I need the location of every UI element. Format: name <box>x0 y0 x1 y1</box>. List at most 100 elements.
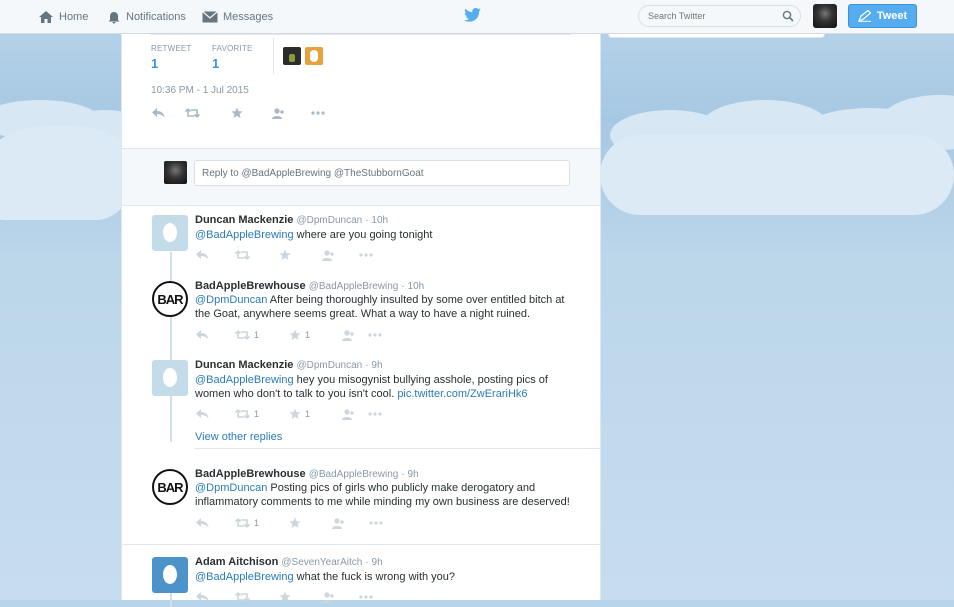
tweet-timestamp: 10:36 PM - 1 Jul 2015 <box>151 85 249 96</box>
tweet-time[interactable]: · 9h <box>401 469 418 480</box>
compose-icon <box>857 10 872 22</box>
tweet-author-name[interactable]: Duncan Mackenzie <box>195 359 293 371</box>
tweet-author-handle[interactable]: @DpmDuncan <box>296 360 362 371</box>
star-icon <box>289 329 301 340</box>
tweet-author-handle[interactable]: @SevenYearAitch <box>281 557 362 568</box>
tweet-time[interactable]: · 10h <box>365 215 388 226</box>
tweet-actions: 1 1 <box>196 329 382 341</box>
add-user-icon <box>322 591 334 603</box>
stats-divider <box>273 38 274 74</box>
reply-button[interactable] <box>152 108 185 118</box>
tweet-avatar[interactable] <box>152 557 188 593</box>
add-user-icon <box>272 107 284 119</box>
retweet-button[interactable] <box>185 108 231 118</box>
more-button[interactable] <box>368 333 382 337</box>
retweet-stat[interactable]: RETWEET 1 <box>151 44 192 71</box>
tweet-mention[interactable]: @DpmDuncan <box>195 294 267 306</box>
more-icon <box>369 521 383 525</box>
favorite-button[interactable] <box>279 249 321 261</box>
more-button[interactable] <box>368 412 382 416</box>
view-other-replies-link[interactable]: View other replies <box>195 431 282 443</box>
more-icon <box>311 111 325 115</box>
retweet-button[interactable]: 1 <box>235 330 289 340</box>
star-icon <box>279 249 291 260</box>
reply-button[interactable] <box>196 250 235 260</box>
add-user-icon <box>332 517 344 529</box>
tweet-avatar[interactable] <box>152 215 188 251</box>
tweet-author-name[interactable]: Adam Aitchison <box>195 556 278 568</box>
tweet-avatar[interactable] <box>152 360 188 396</box>
tweet-link[interactable]: pic.twitter.com/ZwErariHk6 <box>397 388 527 400</box>
tweet-author-handle[interactable]: @DpmDuncan <box>296 215 362 226</box>
follow-button[interactable] <box>331 517 369 529</box>
tweet-text: @BadAppleBrewing where are you going ton… <box>195 228 575 242</box>
reply-icon <box>196 330 209 340</box>
retweet-icon <box>235 518 250 528</box>
tweet-actions: 1 1 <box>196 408 382 420</box>
tweet-mention[interactable]: @BadAppleBrewing <box>195 229 294 241</box>
favorite-stat[interactable]: FAVORITE 1 <box>212 44 253 71</box>
reply-button[interactable] <box>196 330 235 340</box>
reply-icon <box>196 409 209 419</box>
favorite-button[interactable] <box>289 517 331 529</box>
nav-notifications[interactable]: Notifications <box>107 0 186 33</box>
divider <box>194 448 600 449</box>
star-icon <box>231 107 243 118</box>
retweet-icon <box>185 108 200 118</box>
follow-button[interactable] <box>341 408 368 420</box>
tweet-time[interactable]: · 9h <box>365 557 382 568</box>
reply-button[interactable] <box>196 592 235 602</box>
tweet-header: BadAppleBrewhouse @BadAppleBrewing · 10h <box>195 280 424 292</box>
follow-button[interactable] <box>341 329 368 341</box>
more-button[interactable] <box>369 521 383 525</box>
twitter-bird-icon[interactable] <box>464 8 481 22</box>
favorite-button[interactable]: 1 <box>289 329 341 341</box>
top-nav-bar: Home Notifications Messages Tweet <box>0 0 954 34</box>
reply-input[interactable]: Reply to @BadAppleBrewing @TheStubbornGo… <box>194 160 570 186</box>
search-icon[interactable] <box>782 10 794 22</box>
tweet-author-handle[interactable]: @BadAppleBrewing <box>309 469 399 480</box>
tweet-author-name[interactable]: BadAppleBrewhouse <box>195 468 306 480</box>
favoriter-avatar[interactable] <box>283 47 301 65</box>
retweet-button[interactable]: 1 <box>235 409 289 419</box>
more-button[interactable] <box>359 253 373 257</box>
tweet-author-name[interactable]: Duncan Mackenzie <box>195 214 293 226</box>
reply-icon <box>196 592 209 602</box>
tweet-mention[interactable]: @DpmDuncan <box>195 482 267 494</box>
follow-button[interactable] <box>321 591 359 603</box>
retweet-button[interactable]: 1 <box>235 518 289 528</box>
more-button[interactable] <box>311 111 325 115</box>
reply-box: Reply to @BadAppleBrewing @TheStubbornGo… <box>122 148 600 206</box>
tweet-time[interactable]: · 9h <box>365 360 382 371</box>
my-avatar <box>164 161 187 184</box>
favorite-button[interactable]: 1 <box>289 408 341 420</box>
tweet-compose-button[interactable]: Tweet <box>848 4 917 28</box>
more-icon <box>368 333 382 337</box>
favorite-button[interactable] <box>279 591 321 603</box>
tweet-actions <box>196 249 373 261</box>
tweet-button-label: Tweet <box>876 10 908 22</box>
user-avatar[interactable] <box>813 4 837 28</box>
follow-button[interactable] <box>271 107 311 119</box>
reply-button[interactable] <box>196 409 235 419</box>
tweet-author-handle[interactable]: @BadAppleBrewing <box>309 281 399 292</box>
tweet-author-name[interactable]: BadAppleBrewhouse <box>195 280 306 292</box>
tweet-mention[interactable]: @BadAppleBrewing <box>195 374 294 386</box>
tweet-text: @BadAppleBrewing hey you misogynist bull… <box>195 373 575 401</box>
more-button[interactable] <box>359 595 373 599</box>
follow-button[interactable] <box>321 249 359 261</box>
reply-button[interactable] <box>196 518 235 528</box>
search-input[interactable] <box>639 6 778 26</box>
retweet-button[interactable] <box>235 592 279 602</box>
tweet-avatar[interactable]: BAR <box>152 281 188 317</box>
favorite-button[interactable] <box>231 107 271 119</box>
nav-home[interactable]: Home <box>38 0 88 33</box>
right-sidebar-card <box>608 34 825 38</box>
tweet-time[interactable]: · 10h <box>401 281 424 292</box>
tweet-avatar[interactable]: BAR <box>152 469 188 505</box>
retweet-button[interactable] <box>235 250 279 260</box>
tweet-mention[interactable]: @BadAppleBrewing <box>195 571 294 583</box>
nav-messages[interactable]: Messages <box>202 0 273 33</box>
favoriter-avatar[interactable] <box>305 47 323 65</box>
divider <box>122 544 600 545</box>
